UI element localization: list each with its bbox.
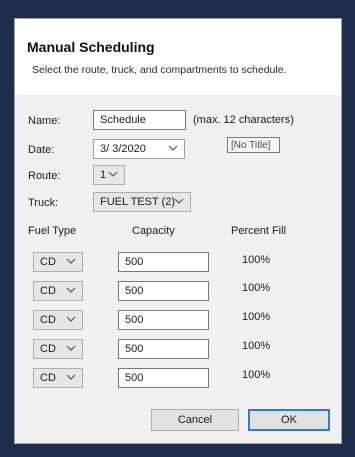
header-fuel-type: Fuel Type (28, 225, 77, 237)
cancel-button[interactable]: Cancel (151, 409, 239, 431)
header-percent-fill: Percent Fill (231, 225, 287, 237)
fuel-type-select[interactable]: CD (33, 310, 83, 330)
chevron-down-icon[interactable] (66, 256, 76, 266)
route-value: 1 (100, 169, 107, 181)
truck-value: FUEL TEST (2) (100, 196, 175, 208)
dialog-title: Manual Scheduling (27, 39, 155, 55)
fuel-type-select[interactable]: CD (33, 281, 83, 301)
ok-button[interactable]: OK (248, 409, 330, 431)
fuel-type-value: CD (40, 314, 56, 326)
chevron-down-icon[interactable] (108, 169, 118, 179)
header-capacity: Capacity (132, 225, 175, 237)
date-label: Date: (28, 144, 55, 156)
capacity-input[interactable]: 500 (118, 339, 209, 359)
truck-select[interactable]: FUEL TEST (2) (93, 192, 191, 212)
fuel-type-select[interactable]: CD (33, 339, 83, 359)
chevron-down-icon[interactable] (66, 343, 76, 353)
route-select[interactable]: 1 (93, 165, 125, 185)
percent-fill: 100% (242, 369, 271, 381)
chevron-down-icon[interactable] (66, 314, 76, 324)
percent-fill: 100% (242, 282, 271, 294)
fuel-type-value: CD (40, 372, 56, 384)
fuel-type-value: CD (40, 343, 56, 355)
date-picker[interactable]: 3/ 3/2020 (93, 139, 185, 159)
chevron-down-icon[interactable] (66, 372, 76, 382)
dialog-header: Manual Scheduling Select the route, truc… (15, 19, 341, 95)
percent-fill: 100% (242, 311, 271, 323)
fuel-type-select[interactable]: CD (33, 368, 83, 388)
fuel-type-select[interactable]: CD (33, 252, 83, 272)
manual-scheduling-dialog: Manual Scheduling Select the route, truc… (14, 18, 342, 444)
name-label: Name: (28, 115, 61, 127)
chevron-down-icon[interactable] (66, 285, 76, 295)
capacity-input[interactable]: 500 (118, 281, 209, 301)
fuel-type-value: CD (40, 256, 56, 268)
capacity-input[interactable]: 500 (118, 252, 209, 272)
fuel-type-value: CD (40, 285, 56, 297)
tooltip: [No Title] (227, 137, 280, 153)
percent-fill: 100% (242, 340, 271, 352)
capacity-input[interactable]: 500 (118, 368, 209, 388)
route-label: Route: (28, 170, 61, 182)
chevron-down-icon[interactable] (168, 143, 178, 153)
percent-fill: 100% (242, 254, 271, 266)
truck-label: Truck: (28, 197, 59, 209)
date-value: 3/ 3/2020 (100, 143, 146, 155)
name-hint: (max. 12 characters) (193, 114, 294, 126)
name-input[interactable]: Schedule (93, 110, 186, 130)
chevron-down-icon[interactable] (174, 196, 184, 206)
capacity-input[interactable]: 500 (118, 310, 209, 330)
dialog-subtitle: Select the route, truck, and compartment… (32, 64, 287, 76)
